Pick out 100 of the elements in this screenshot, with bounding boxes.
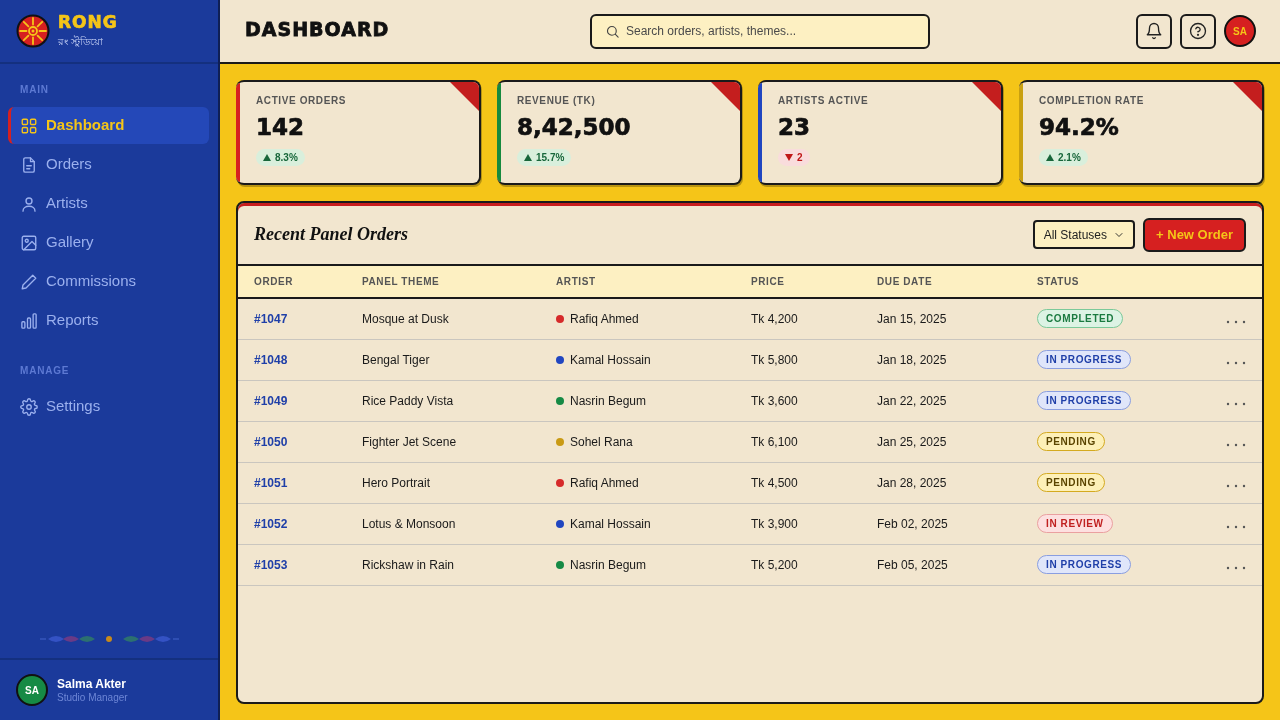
column-header: DUE DATE [861, 265, 1021, 298]
artist-name: Nasrin Begum [570, 393, 647, 408]
more-dots-icon [1226, 402, 1246, 406]
corner-triangle-icon [450, 82, 479, 111]
trend-badge: 8.3% [256, 149, 305, 166]
section-label: MAIN [20, 84, 49, 96]
order-link[interactable]: #1051 [254, 475, 288, 490]
sidebar-nav-item[interactable]: Settings [8, 388, 209, 425]
artist-name: Sohel Rana [570, 434, 633, 449]
artist-name: Rafiq Ahmed [570, 475, 639, 490]
more-options-button[interactable] [1226, 361, 1246, 365]
column-header: ORDER [238, 265, 346, 298]
table-cell: Fighter Jet Scene [346, 421, 540, 462]
order-link[interactable]: #1050 [254, 434, 288, 449]
table-cell: Tk 5,800 [735, 339, 861, 380]
leaf-ornament-icon [39, 634, 179, 644]
more-options-button[interactable] [1226, 484, 1246, 488]
more-options-button[interactable] [1226, 566, 1246, 570]
stat-label: REVENUE (TK) [517, 95, 596, 107]
more-options-button[interactable] [1226, 320, 1246, 325]
table-cell: Tk 3,600 [735, 380, 861, 421]
brand-subtitle: রং স্টুডিয়ো [58, 36, 104, 49]
bell-icon [1145, 22, 1163, 40]
grid-icon [20, 116, 38, 135]
order-link[interactable]: #1052 [254, 516, 288, 531]
search-field[interactable]: Search orders, artists, themes... [590, 13, 930, 49]
table-cell: Mosque at Dusk [346, 298, 540, 339]
order-link[interactable]: #1047 [254, 311, 288, 326]
status-badge: IN PROGRESS [1037, 555, 1132, 574]
user-role: Studio Manager [57, 690, 128, 704]
sidebar-nav-item[interactable]: Gallery [8, 224, 209, 261]
table-cell: Rickshaw in Rain [346, 544, 540, 585]
more-dots-icon [1226, 484, 1246, 488]
table-cell: Jan 28, 2025 [861, 462, 1021, 503]
table-cell: Jan 15, 2025 [861, 298, 1021, 339]
stat-value: 142 [256, 113, 304, 141]
section-label: MANAGE [20, 365, 70, 377]
sidebar-nav-item[interactable]: Reports [8, 302, 209, 339]
sidebar-nav-item[interactable]: Orders [8, 146, 209, 183]
user-avatar: SA [16, 674, 48, 706]
sunburst-logo-icon [16, 14, 50, 48]
table-cell: Lotus & Monsoon [346, 503, 540, 544]
page-title: DASHBOARD [245, 20, 390, 40]
search-icon [605, 23, 620, 39]
table-cell: Tk 4,500 [735, 462, 861, 503]
person-icon [20, 194, 38, 213]
table-cell: Feb 02, 2025 [861, 503, 1021, 544]
corner-triangle-icon [711, 82, 740, 111]
more-dots-icon [1226, 525, 1246, 529]
document-icon [20, 155, 38, 174]
panel-title: Recent Panel Orders [254, 223, 408, 246]
bar-chart-icon [20, 311, 38, 330]
status-filter-dropdown[interactable]: All Statuses [1032, 220, 1136, 249]
status-badge: IN PROGRESS [1037, 350, 1132, 369]
table-cell: Tk 5,200 [735, 544, 861, 585]
order-link[interactable]: #1048 [254, 352, 288, 367]
more-options-button[interactable] [1226, 402, 1246, 406]
column-header: PRICE [735, 265, 861, 298]
gear-icon [20, 397, 38, 416]
stat-value: 94.2% [1039, 113, 1119, 141]
brand-name: RONG [58, 13, 118, 31]
artist-name: Kamal Hossain [570, 516, 651, 531]
status-badge: IN PROGRESS [1037, 391, 1132, 410]
trend-badge: 15.7% [517, 149, 572, 166]
table-cell: Bengal Tiger [346, 339, 540, 380]
status-badge: PENDING [1037, 432, 1105, 451]
stat-label: ACTIVE ORDERS [256, 95, 347, 107]
artist-name: Nasrin Begum [570, 557, 647, 572]
image-icon [20, 233, 38, 252]
table-cell: Hero Portrait [346, 462, 540, 503]
stat-label: ARTISTS ACTIVE [778, 95, 869, 107]
status-badge: COMPLETED [1037, 309, 1124, 329]
pencil-icon [20, 272, 38, 291]
sidebar-nav-item[interactable]: Dashboard [8, 107, 209, 144]
order-link[interactable]: #1049 [254, 393, 288, 408]
trend-badge: 2.1% [1039, 149, 1088, 166]
trend-badge: 2 [778, 149, 810, 166]
notifications-button[interactable] [1136, 13, 1172, 49]
table-cell: Rice Paddy Vista [346, 380, 540, 421]
table-cell: Feb 05, 2025 [861, 544, 1021, 585]
artist-name: Rafiq Ahmed [570, 311, 639, 326]
status-badge: IN REVIEW [1037, 514, 1113, 533]
sidebar-nav-item[interactable]: Commissions [8, 263, 209, 300]
more-options-button[interactable] [1226, 525, 1246, 529]
table-cell: Tk 6,100 [735, 421, 861, 462]
table-cell: Tk 3,900 [735, 503, 861, 544]
stat-value: 8,42,500 [517, 113, 631, 141]
table-cell: Jan 25, 2025 [861, 421, 1021, 462]
more-options-button[interactable] [1226, 443, 1246, 447]
more-dots-icon [1226, 443, 1246, 447]
user-name: Salma Akter [57, 676, 127, 691]
stat-label: COMPLETION RATE [1039, 95, 1144, 107]
help-button[interactable] [1180, 13, 1216, 49]
order-link[interactable]: #1053 [254, 557, 288, 572]
more-dots-icon [1226, 320, 1246, 325]
table-cell: Tk 4,200 [735, 298, 861, 339]
sidebar-nav-item[interactable]: Artists [8, 185, 209, 222]
new-order-button[interactable]: + New Order [1143, 217, 1246, 252]
column-header: ARTIST [540, 265, 735, 298]
user-avatar[interactable]: SA [1224, 15, 1256, 47]
